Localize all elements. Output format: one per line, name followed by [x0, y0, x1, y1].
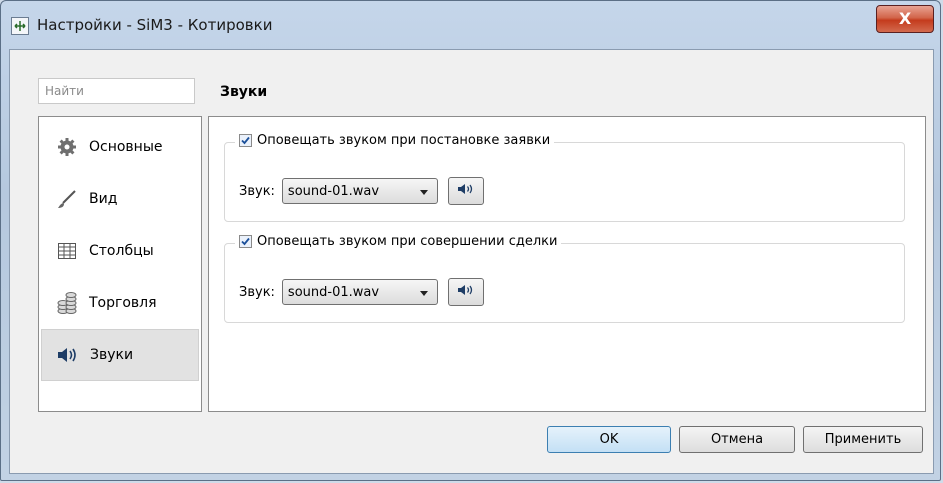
speaker-icon — [56, 343, 80, 367]
table-icon — [55, 239, 79, 263]
order-sound-row: Звук: sound-01.wav — [239, 177, 484, 205]
cancel-button[interactable]: Отмена — [679, 426, 795, 453]
nav-item-columns[interactable]: Столбцы — [41, 225, 199, 277]
nav-item-label: Торговля — [89, 295, 157, 311]
speaker-icon — [457, 182, 475, 200]
gear-icon — [55, 135, 79, 159]
nav-item-label: Вид — [89, 191, 118, 207]
trade-sound-row: Звук: sound-01.wav — [239, 278, 484, 306]
order-sound-select[interactable]: sound-01.wav — [281, 178, 438, 204]
order-sound-value: sound-01.wav — [287, 183, 380, 199]
speaker-icon — [457, 283, 475, 301]
nav-item-label: Основные — [89, 139, 163, 155]
trade-sound-select[interactable]: sound-01.wav — [281, 279, 438, 305]
coins-icon — [55, 291, 79, 315]
trade-sound-group: Оповещать звуком при совершении сделки З… — [224, 234, 905, 323]
order-sound-label: Оповещать звуком при постановке заявки — [257, 133, 551, 148]
trade-sound-checkbox-row[interactable]: Оповещать звуком при совершении сделки — [235, 234, 562, 249]
order-sound-play-button[interactable] — [447, 177, 484, 205]
nav-item-trading[interactable]: Торговля — [41, 277, 199, 329]
chevron-down-icon — [419, 186, 429, 196]
app-icon — [11, 17, 29, 35]
title-bar[interactable]: Настройки - SiM3 - Котировки X — [1, 1, 940, 49]
apply-button[interactable]: Применить — [803, 426, 923, 453]
nav-item-view[interactable]: Вид — [41, 173, 199, 225]
sound-label: Звук: — [239, 183, 275, 199]
sounds-panel: Оповещать звуком при постановке заявки З… — [208, 116, 926, 412]
window-title: Настройки - SiM3 - Котировки — [37, 16, 273, 34]
brush-icon — [55, 187, 79, 211]
nav-item-label: Звуки — [90, 347, 134, 363]
settings-window: Настройки - SiM3 - Котировки X Звуки — [0, 0, 941, 481]
nav-item-general[interactable]: Основные — [41, 121, 199, 173]
order-sound-checkbox[interactable] — [239, 134, 252, 147]
sound-label: Звук: — [239, 284, 275, 300]
dialog-body: Звуки Основные — [9, 49, 934, 474]
section-title: Звуки — [220, 84, 268, 100]
settings-nav: Основные Вид Столбцы Торговля Звуки — [38, 116, 202, 412]
trade-sound-value: sound-01.wav — [287, 284, 380, 300]
search-input[interactable] — [38, 78, 195, 104]
order-sound-group: Оповещать звуком при постановке заявки З… — [224, 133, 905, 222]
trade-sound-play-button[interactable] — [447, 278, 484, 306]
ok-button[interactable]: OK — [547, 426, 671, 453]
nav-item-label: Столбцы — [89, 243, 154, 259]
order-sound-checkbox-row[interactable]: Оповещать звуком при постановке заявки — [235, 133, 555, 148]
trade-sound-checkbox[interactable] — [239, 235, 252, 248]
trade-sound-label: Оповещать звуком при совершении сделки — [257, 234, 558, 249]
close-button[interactable]: X — [876, 5, 934, 33]
nav-item-sounds[interactable]: Звуки — [41, 329, 199, 381]
chevron-down-icon — [419, 287, 429, 297]
